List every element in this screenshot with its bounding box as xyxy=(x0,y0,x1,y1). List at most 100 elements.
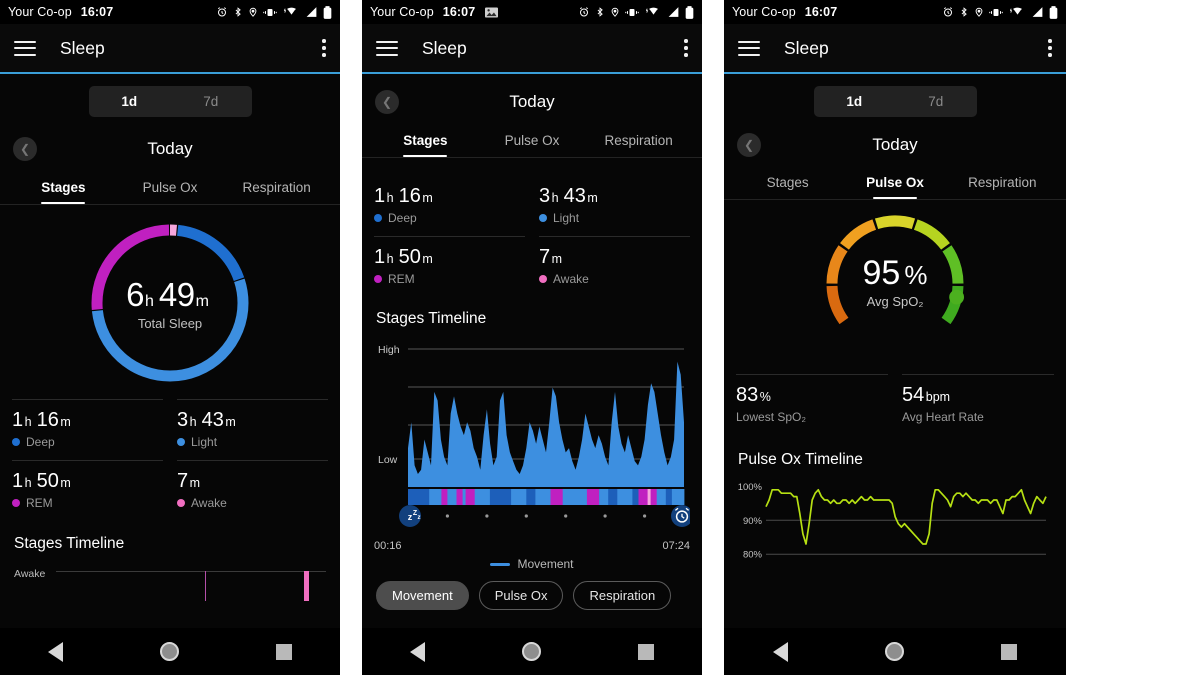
prev-day-button[interactable]: ❮ xyxy=(13,137,37,161)
stat-value: 3 xyxy=(177,409,189,431)
recents-square-icon[interactable] xyxy=(637,643,654,660)
battery-icon xyxy=(323,5,332,19)
hamburger-icon[interactable] xyxy=(14,40,36,56)
clock-label: 16:07 xyxy=(804,5,838,19)
chip-movement[interactable]: Movement xyxy=(376,581,469,610)
stat-deep: 1 h 16 m Deep xyxy=(12,399,163,460)
stat-label: Avg Heart Rate xyxy=(902,410,984,424)
stat-light: 3 h 43 m Light xyxy=(177,399,328,460)
range-7d-button[interactable]: 7d xyxy=(895,86,977,117)
tab-stages[interactable]: Stages xyxy=(372,126,479,157)
pulse-ox-chart-box: 80% 90% 100% xyxy=(724,475,1066,580)
avg-spo2-percent: % xyxy=(904,259,928,290)
donut-center-label: 6h 49m Total Sleep xyxy=(86,219,254,387)
stat-row: 1 h 50 m REM 7m Awake xyxy=(374,236,690,297)
stage-stats-1: 1 h 16 m Deep 3 h 43 m Light 1 h 50 m REM 7m xyxy=(0,399,340,521)
stat-rem: 1 h 50 m REM xyxy=(12,460,163,521)
total-sleep-minutes: 49 xyxy=(158,275,195,313)
tab-pulse-ox[interactable]: Pulse Ox xyxy=(117,173,224,204)
status-icons xyxy=(942,5,1058,19)
screenshot-root: Your Co-op 16:07 Sleep 1d 7d ❮ Today Sta… xyxy=(0,0,1200,675)
carrier-label: Your Co-op xyxy=(732,5,796,19)
hamburger-icon[interactable] xyxy=(738,40,760,56)
tab-respiration[interactable]: Respiration xyxy=(949,168,1056,199)
stat-row: 1 h 16 m Deep 3 h 43 m Light xyxy=(12,399,328,460)
home-circle-icon[interactable] xyxy=(159,642,179,661)
legend-dot-awake xyxy=(539,275,547,283)
current-day-label: Today xyxy=(872,135,918,154)
signal-icon xyxy=(305,6,318,18)
movement-legend-swatch xyxy=(490,562,511,566)
awake-axis-label: Awake xyxy=(14,568,46,580)
panel-gap xyxy=(702,0,724,675)
tab-bar-2: Stages Pulse Ox Respiration xyxy=(362,126,702,157)
android-nav-bar-2 xyxy=(362,628,702,675)
range-toggle-1[interactable]: 1d 7d xyxy=(88,86,252,117)
range-1d-button[interactable]: 1d xyxy=(814,86,896,117)
stat-unit: h xyxy=(24,476,32,490)
awake-timeline-row: Awake xyxy=(0,564,340,604)
kebab-menu-icon[interactable] xyxy=(1048,39,1052,57)
tab-pulse-ox[interactable]: Pulse Ox xyxy=(841,168,948,199)
legend-dot-deep xyxy=(374,214,382,222)
stat-awake: 7m Awake xyxy=(539,236,690,297)
battery-icon xyxy=(685,5,694,19)
photo-icon xyxy=(485,6,499,18)
pulse-ox-chart: 80% 90% 100% xyxy=(738,482,1047,561)
stat-value: 7 xyxy=(539,246,551,268)
movement-legend: Movement xyxy=(362,557,702,571)
avg-spo2-value: 95 xyxy=(862,253,901,292)
tab-stages[interactable]: Stages xyxy=(10,173,117,204)
android-nav-bar-3 xyxy=(724,628,1066,675)
stage-stats-2: 1 h 16 m Deep 3 h 43 m Light 1 h 50 m REM 7m xyxy=(362,170,702,297)
hamburger-icon[interactable] xyxy=(376,40,398,56)
prev-day-button[interactable]: ❮ xyxy=(375,90,399,114)
stages-timeline-title-1: Stages Timeline xyxy=(14,535,125,552)
total-sleep-hours: 6 xyxy=(126,275,144,313)
prev-day-button[interactable]: ❮ xyxy=(737,133,761,157)
recents-square-icon[interactable] xyxy=(1001,643,1018,660)
range-7d-button[interactable]: 7d xyxy=(170,86,252,117)
tab-respiration[interactable]: Respiration xyxy=(585,126,692,157)
vibrate-icon xyxy=(625,7,639,18)
back-triangle-icon[interactable] xyxy=(410,641,426,662)
bluetooth-icon xyxy=(959,6,969,18)
bluetooth-icon xyxy=(595,6,605,18)
legend-dot-rem xyxy=(12,499,20,507)
recents-square-icon[interactable] xyxy=(275,643,292,660)
kebab-menu-icon[interactable] xyxy=(322,39,326,57)
alarm-icon xyxy=(578,6,590,18)
kebab-menu-icon[interactable] xyxy=(684,39,688,57)
stat-value2: 43 xyxy=(563,185,586,207)
sleep-donut-wrap: 6h 49m Total Sleep xyxy=(0,205,340,387)
sleep-start-time: 00:16 xyxy=(374,540,402,552)
home-circle-icon[interactable] xyxy=(521,642,541,661)
timeline-time-labels: 00:16 07:24 xyxy=(362,540,702,552)
stat-label: Light xyxy=(553,211,580,225)
svg-text:z: z xyxy=(418,515,421,521)
tab-respiration[interactable]: Respiration xyxy=(223,173,330,204)
tab-pulse-ox[interactable]: Pulse Ox xyxy=(479,126,586,157)
panel-2-content: ❮ Today Stages Pulse Ox Respiration 1 h 16… xyxy=(362,74,702,675)
page-title: Sleep xyxy=(60,37,105,58)
page-title: Sleep xyxy=(784,37,829,58)
total-sleep-caption: Total Sleep xyxy=(137,315,203,331)
stat-unit2: m xyxy=(60,415,71,429)
stat-value2: 50 xyxy=(398,246,421,268)
signal-icon xyxy=(1031,6,1044,18)
back-triangle-icon[interactable] xyxy=(48,641,64,662)
stat-label: Deep xyxy=(26,435,55,449)
range-toggle-3[interactable]: 1d 7d xyxy=(813,86,977,117)
chip-pulse-ox[interactable]: Pulse Ox xyxy=(478,581,564,610)
tab-stages[interactable]: Stages xyxy=(734,168,841,199)
chip-respiration[interactable]: Respiration xyxy=(573,581,672,610)
range-1d-button[interactable]: 1d xyxy=(89,86,171,117)
total-sleep-minutes-unit: m xyxy=(195,292,209,310)
svg-text:80%: 80% xyxy=(743,550,763,561)
stat-value: 54 xyxy=(902,384,925,406)
stat-row: 83% Lowest SpO₂ 54 bpm Avg Heart Rate xyxy=(736,374,1054,435)
back-triangle-icon[interactable] xyxy=(772,641,788,662)
legend-dot-light xyxy=(177,438,185,446)
stat-lowest-spo2: 83% Lowest SpO₂ xyxy=(736,374,888,435)
home-circle-icon[interactable] xyxy=(884,642,904,661)
